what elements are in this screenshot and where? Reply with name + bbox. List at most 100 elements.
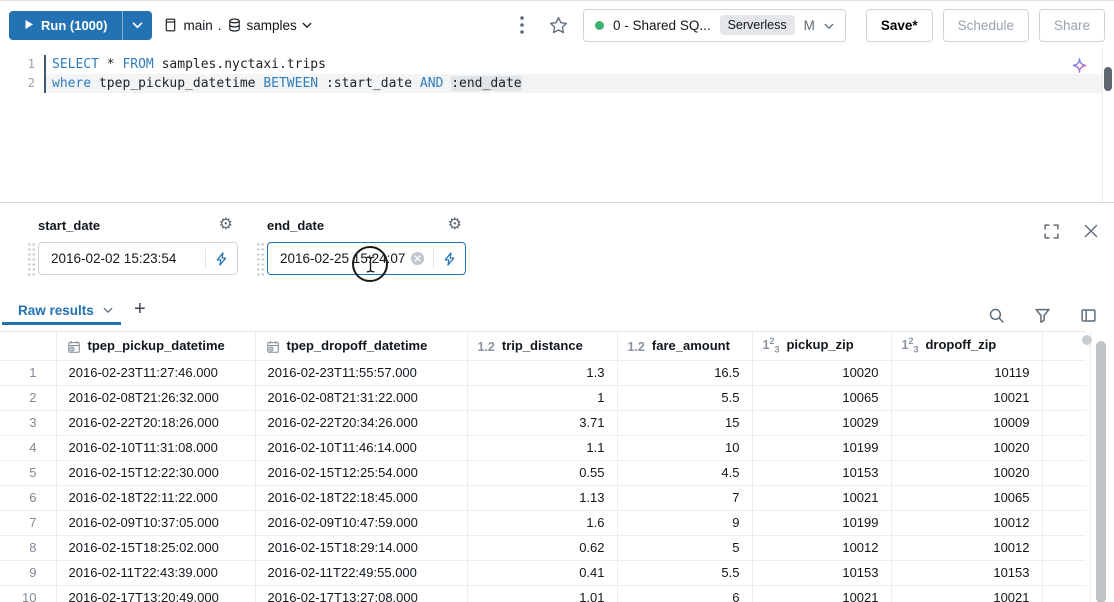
table-cell[interactable]: 10020 xyxy=(752,360,892,386)
table-cell[interactable]: 0.55 xyxy=(467,460,618,486)
table-cell[interactable]: 0.62 xyxy=(467,535,618,561)
table-cell[interactable]: 10 xyxy=(617,435,753,461)
row-number[interactable]: 3 xyxy=(0,410,57,436)
table-cell[interactable]: 10012 xyxy=(891,535,1043,561)
table-cell[interactable]: 1 xyxy=(467,385,618,411)
code-line[interactable]: 1 SELECT * FROM samples.nyctaxi.trips xyxy=(0,55,1103,74)
table-cell[interactable]: 3.71 xyxy=(467,410,618,436)
table-cell[interactable]: 2016-02-17T13:27:08.000 xyxy=(255,585,468,602)
table-cell[interactable]: 2016-02-15T18:25:02.000 xyxy=(56,535,256,561)
favorite-star-button[interactable] xyxy=(545,12,571,38)
row-number[interactable]: 2 xyxy=(0,385,57,411)
table-cell[interactable]: 10020 xyxy=(891,435,1043,461)
table-cell[interactable]: 2016-02-15T12:25:54.000 xyxy=(255,460,468,486)
table-cell[interactable]: 2016-02-11T22:49:55.000 xyxy=(255,560,468,586)
columns-panel-icon[interactable] xyxy=(1075,302,1101,328)
column-header[interactable]: 123 dropoff_zip xyxy=(891,332,1043,361)
column-header[interactable]: 1.2 trip_distance xyxy=(467,332,618,361)
tab-raw-results[interactable]: Raw results xyxy=(18,301,113,319)
table-cell[interactable]: 0.41 xyxy=(467,560,618,586)
table-cell[interactable]: 2016-02-11T22:43:39.000 xyxy=(56,560,256,586)
table-cell[interactable]: 9 xyxy=(617,510,753,536)
drag-handle-icon[interactable] xyxy=(256,242,265,278)
table-cell[interactable]: 10029 xyxy=(752,410,892,436)
table-cell[interactable]: 10021 xyxy=(891,385,1043,411)
column-header[interactable]: 123 pickup_zip xyxy=(752,332,892,361)
column-header[interactable]: tpep_dropoff_datetime xyxy=(255,332,468,361)
schedule-button[interactable]: Schedule xyxy=(942,8,1029,42)
table-cell[interactable]: 6 xyxy=(617,585,753,602)
row-number[interactable]: 4 xyxy=(0,435,57,461)
row-number[interactable]: 5 xyxy=(0,460,57,486)
table-cell[interactable]: 2016-02-08T21:31:22.000 xyxy=(255,385,468,411)
table-cell[interactable]: 5.5 xyxy=(617,560,753,586)
table-cell[interactable]: 5.5 xyxy=(617,385,753,411)
table-cell[interactable]: 10199 xyxy=(752,510,892,536)
table-cell[interactable]: 2016-02-17T13:20:49.000 xyxy=(56,585,256,602)
end-date-input[interactable] xyxy=(280,251,408,266)
table-cell[interactable]: 2016-02-23T11:55:57.000 xyxy=(255,360,468,386)
table-cell[interactable]: 5 xyxy=(617,535,753,561)
table-cell[interactable]: 10021 xyxy=(752,585,892,602)
filter-icon[interactable] xyxy=(1029,302,1055,328)
gear-icon[interactable]: ⚙ xyxy=(219,217,233,233)
table-cell[interactable]: 10199 xyxy=(752,435,892,461)
table-cell[interactable]: 2016-02-09T10:37:05.000 xyxy=(56,510,256,536)
editor-scrollbar-thumb[interactable] xyxy=(1104,67,1112,91)
table-scrollbar-thumb[interactable] xyxy=(1096,341,1106,602)
table-cell[interactable]: 2016-02-15T12:22:30.000 xyxy=(56,460,256,486)
row-number[interactable]: 6 xyxy=(0,485,57,511)
drag-handle-icon[interactable] xyxy=(27,242,36,278)
sql-editor[interactable]: 1 SELECT * FROM samples.nyctaxi.trips 2 whe… xyxy=(0,49,1114,202)
table-cell[interactable]: 1.13 xyxy=(467,485,618,511)
save-button[interactable]: Save* xyxy=(865,8,933,42)
table-cell[interactable]: 16.5 xyxy=(617,360,753,386)
table-cell[interactable]: 10012 xyxy=(752,535,892,561)
table-cell[interactable]: 10065 xyxy=(891,485,1043,511)
kebab-menu-button[interactable] xyxy=(509,12,535,38)
table-cell[interactable]: 10153 xyxy=(752,560,892,586)
code-line[interactable]: 2 where tpep_pickup_datetime BETWEEN :sta… xyxy=(0,74,1103,93)
table-cell[interactable]: 2016-02-09T10:47:59.000 xyxy=(255,510,468,536)
table-cell[interactable]: 2016-02-18T22:18:45.000 xyxy=(255,485,468,511)
start-date-input[interactable] xyxy=(51,251,197,266)
row-number[interactable]: 8 xyxy=(0,535,57,561)
table-cell[interactable]: 10012 xyxy=(891,510,1043,536)
lightning-bolt-icon[interactable] xyxy=(214,251,229,267)
run-button[interactable]: Run (1000) xyxy=(9,10,123,40)
table-cell[interactable]: 10153 xyxy=(891,560,1043,586)
table-cell[interactable]: 10021 xyxy=(891,585,1043,602)
table-cell[interactable]: 2016-02-10T11:46:14.000 xyxy=(255,435,468,461)
assistant-sparkle-icon[interactable] xyxy=(1071,57,1088,79)
table-cell[interactable]: 10021 xyxy=(752,485,892,511)
lightning-bolt-icon[interactable] xyxy=(442,251,457,267)
table-cell[interactable]: 4.5 xyxy=(617,460,753,486)
table-cell[interactable]: 15 xyxy=(617,410,753,436)
table-cell[interactable]: 2016-02-15T18:29:14.000 xyxy=(255,535,468,561)
table-cell[interactable]: 2016-02-10T11:31:08.000 xyxy=(56,435,256,461)
share-button[interactable]: Share xyxy=(1038,8,1105,42)
table-cell[interactable]: 1.1 xyxy=(467,435,618,461)
table-cell[interactable]: 10119 xyxy=(891,360,1043,386)
table-cell[interactable]: 2016-02-18T22:11:22.000 xyxy=(56,485,256,511)
add-visualization-button[interactable]: + xyxy=(128,296,152,323)
expand-panel-icon[interactable] xyxy=(1038,218,1064,244)
close-panel-icon[interactable] xyxy=(1078,218,1104,244)
column-header[interactable]: 1.2 fare_amount xyxy=(617,332,753,361)
row-number[interactable]: 10 xyxy=(0,585,57,602)
table-cell[interactable]: 2016-02-22T20:34:26.000 xyxy=(255,410,468,436)
table-cell[interactable]: 7 xyxy=(617,485,753,511)
row-number[interactable]: 1 xyxy=(0,360,57,386)
clear-value-icon[interactable] xyxy=(410,251,425,266)
column-header[interactable]: tpep_pickup_datetime xyxy=(56,332,256,361)
table-cell[interactable]: 2016-02-22T20:18:26.000 xyxy=(56,410,256,436)
table-cell[interactable]: 1.6 xyxy=(467,510,618,536)
table-cell[interactable]: 2016-02-23T11:27:46.000 xyxy=(56,360,256,386)
catalog-schema-selector[interactable]: main . samples xyxy=(163,17,312,33)
table-cell[interactable]: 10009 xyxy=(891,410,1043,436)
table-cell[interactable]: 10020 xyxy=(891,460,1043,486)
table-cell[interactable]: 1.3 xyxy=(467,360,618,386)
table-cell[interactable]: 1.01 xyxy=(467,585,618,602)
compute-selector[interactable]: 0 - Shared SQ... Serverless M xyxy=(583,8,846,42)
table-cell[interactable]: 10065 xyxy=(752,385,892,411)
